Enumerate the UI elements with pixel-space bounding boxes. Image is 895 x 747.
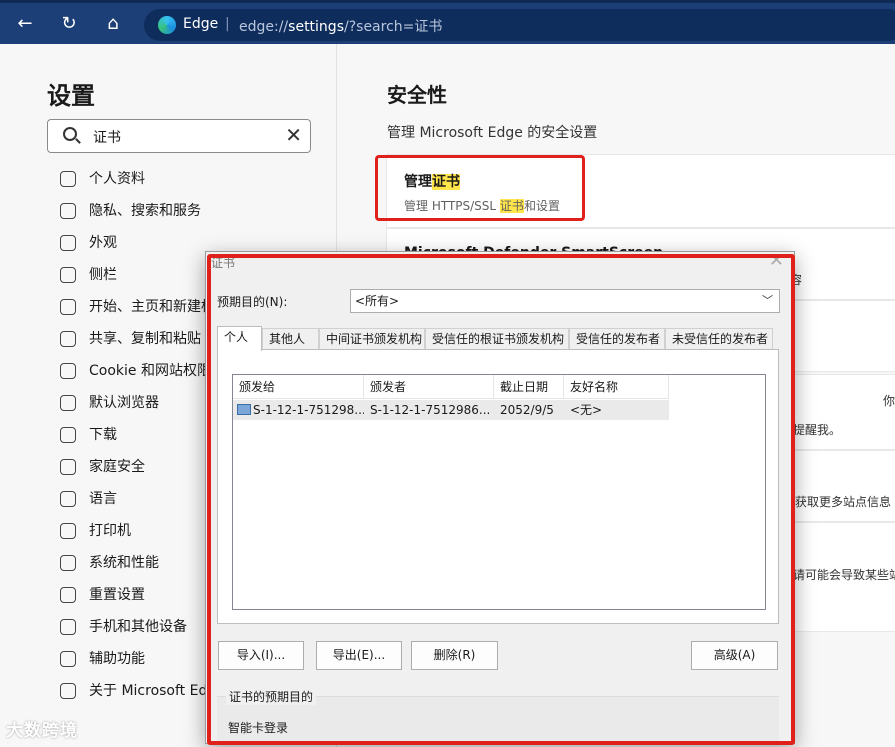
sidebar-item-label: Cookie 和网站权限 <box>89 363 211 379</box>
peek-text-2: 你 <box>883 394 895 408</box>
edge-label: Edge <box>183 16 219 32</box>
sidebar-item-label: 打印机 <box>89 523 131 539</box>
laptop-icon <box>60 555 76 571</box>
phone-icon <box>60 619 76 635</box>
address-separator: | <box>225 16 230 32</box>
lock-icon <box>60 203 76 219</box>
url-text[interactable]: edge://settings/?search=证书 <box>239 16 442 36</box>
clear-search-icon[interactable]: ✕ <box>285 123 302 147</box>
refresh-icon[interactable]: ↻ <box>56 11 82 37</box>
home-icon[interactable]: ⌂ <box>100 11 126 37</box>
section-subtitle: 管理 Microsoft Edge 的安全设置 <box>387 125 598 141</box>
sidebar-item-label: 下载 <box>89 427 117 443</box>
accessibility-icon <box>60 651 76 667</box>
sidebar-item-label: 系统和性能 <box>89 555 159 571</box>
settings-title: 设置 <box>47 82 95 110</box>
sidebar-item-label: 默认浏览器 <box>89 395 159 411</box>
sidebar-item-label: 隐私、搜索和服务 <box>89 203 201 219</box>
annotation-highlight-box <box>375 155 585 221</box>
watermark-logo: 大数跨境 <box>6 721 78 741</box>
sidebar-item-label: 外观 <box>89 235 117 251</box>
reset-icon <box>60 587 76 603</box>
sidebar-item-label: 重置设置 <box>89 587 145 603</box>
sidebar-item-label: 辅助功能 <box>89 651 145 667</box>
annotation-dialog-box <box>207 254 795 745</box>
download-icon <box>60 427 76 443</box>
cookie-icon <box>60 363 76 379</box>
peek-text-3: 提醒我。 <box>793 423 842 437</box>
url-path: /?search=证书 <box>344 19 443 35</box>
sidebar-item[interactable]: 隐私、搜索和服务 <box>60 197 330 225</box>
settings-search-input[interactable]: 证书 ✕ <box>47 119 311 153</box>
url-scheme: edge:// <box>239 19 289 35</box>
sidebar-icon <box>60 267 76 283</box>
peek-text-4: 获取更多站点信息 <box>795 495 892 509</box>
palette-icon <box>60 235 76 251</box>
sidebar-item[interactable]: 个人资料 <box>60 165 330 193</box>
sidebar-item-label: 手机和其他设备 <box>89 619 187 635</box>
address-bar[interactable]: Edge | edge://settings/?search=证书 <box>144 9 895 41</box>
search-icon <box>63 127 77 141</box>
printer-icon <box>60 523 76 539</box>
browser-toolbar: ← ↻ ⌂ Edge | edge://settings/?search=证书 <box>0 0 895 44</box>
url-host: settings <box>288 19 344 35</box>
edge-icon <box>60 683 76 699</box>
edge-logo-icon <box>158 16 176 34</box>
language-icon <box>60 491 76 507</box>
sidebar-item-label: 共享、复制和粘贴 <box>89 331 201 347</box>
profile-icon <box>60 171 76 187</box>
sidebar-item-label: 个人资料 <box>89 171 145 187</box>
family-icon <box>60 459 76 475</box>
share-icon <box>60 331 76 347</box>
search-value: 证书 <box>93 130 121 146</box>
browser-icon <box>60 395 76 411</box>
tab-personal[interactable]: 个人 <box>217 326 262 351</box>
home-icon <box>60 299 76 315</box>
back-arrow-icon[interactable]: ← <box>12 11 38 37</box>
peek-text-5: 请可能会导致某些站 <box>793 568 895 582</box>
sidebar-item-label: 家庭安全 <box>89 459 145 475</box>
section-title: 安全性 <box>387 83 447 107</box>
sidebar-item-label: 侧栏 <box>89 267 117 283</box>
sidebar-item-label: 语言 <box>89 491 117 507</box>
